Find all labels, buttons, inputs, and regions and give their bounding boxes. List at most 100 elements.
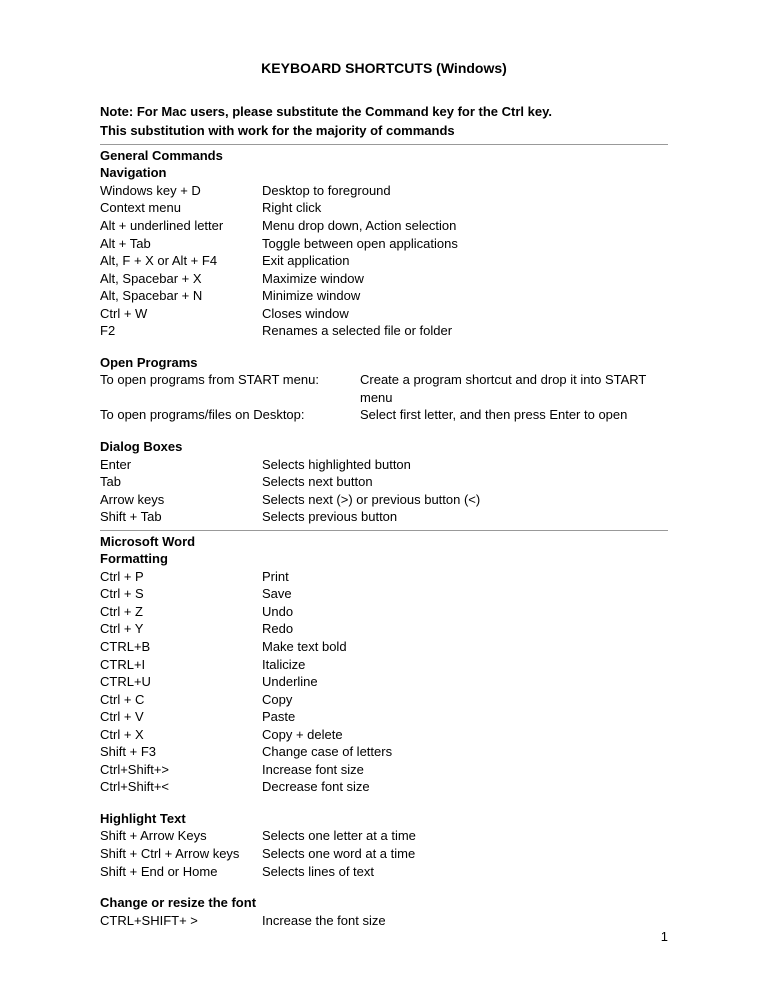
- shortcut-key: CTRL+I: [100, 656, 262, 674]
- shortcut-key: Windows key + D: [100, 182, 262, 200]
- table-row: Ctrl + YRedo: [100, 620, 668, 638]
- shortcut-desc: Save: [262, 585, 668, 603]
- general-rows: Windows key + DDesktop to foreground Con…: [100, 182, 668, 340]
- dialog-section: Dialog Boxes EnterSelects highlighted bu…: [100, 438, 668, 526]
- resize-heading: Change or resize the font: [100, 894, 668, 912]
- table-row: Ctrl + WCloses window: [100, 305, 668, 323]
- highlight-section: Highlight Text Shift + Arrow KeysSelects…: [100, 810, 668, 880]
- table-row: CTRL+SHIFT+ >Increase the font size: [100, 912, 668, 930]
- highlight-heading: Highlight Text: [100, 810, 668, 828]
- table-row: CTRL+IItalicize: [100, 656, 668, 674]
- shortcut-desc: Undo: [262, 603, 668, 621]
- word-rows: Ctrl + PPrint Ctrl + SSave Ctrl + ZUndo …: [100, 568, 668, 796]
- shortcut-desc: Redo: [262, 620, 668, 638]
- resize-section: Change or resize the font CTRL+SHIFT+ >I…: [100, 894, 668, 929]
- shortcut-desc: Copy: [262, 691, 668, 709]
- shortcut-desc: Minimize window: [262, 287, 668, 305]
- table-row: Alt + TabToggle between open application…: [100, 235, 668, 253]
- shortcut-desc: Print: [262, 568, 668, 586]
- shortcut-desc: Make text bold: [262, 638, 668, 656]
- shortcut-key: Alt + Tab: [100, 235, 262, 253]
- shortcut-key: Shift + Arrow Keys: [100, 827, 262, 845]
- table-row: F2Renames a selected file or folder: [100, 322, 668, 340]
- shortcut-desc: Right click: [262, 199, 668, 217]
- formatting-heading: Formatting: [100, 550, 668, 568]
- divider: [100, 530, 668, 531]
- shortcut-desc: Renames a selected file or folder: [262, 322, 668, 340]
- open-programs-heading: Open Programs: [100, 354, 668, 372]
- table-row: Ctrl+Shift+<Decrease font size: [100, 778, 668, 796]
- shortcut-key: Ctrl + P: [100, 568, 262, 586]
- shortcut-desc: Exit application: [262, 252, 668, 270]
- shortcut-key: F2: [100, 322, 262, 340]
- shortcut-key: Ctrl + Z: [100, 603, 262, 621]
- shortcut-desc: Create a program shortcut and drop it in…: [360, 371, 668, 406]
- shortcut-key: Alt, Spacebar + N: [100, 287, 262, 305]
- shortcut-desc: Increase font size: [262, 761, 668, 779]
- table-row: Ctrl + VPaste: [100, 708, 668, 726]
- shortcut-key: Arrow keys: [100, 491, 262, 509]
- shortcut-key: To open programs/files on Desktop:: [100, 406, 360, 424]
- table-row: Shift + F3Change case of letters: [100, 743, 668, 761]
- shortcut-key: Alt, Spacebar + X: [100, 270, 262, 288]
- table-row: To open programs from START menu:Create …: [100, 371, 668, 406]
- note-line-2: This substitution with work for the majo…: [100, 123, 668, 140]
- navigation-heading: Navigation: [100, 164, 668, 182]
- table-row: Shift + End or HomeSelects lines of text: [100, 863, 668, 881]
- shortcut-key: Alt, F + X or Alt + F4: [100, 252, 262, 270]
- table-row: Alt + underlined letterMenu drop down, A…: [100, 217, 668, 235]
- table-row: To open programs/files on Desktop:Select…: [100, 406, 668, 424]
- shortcut-key: Ctrl + X: [100, 726, 262, 744]
- shortcut-key: Context menu: [100, 199, 262, 217]
- shortcut-desc: Selects previous button: [262, 508, 668, 526]
- shortcut-key: CTRL+SHIFT+ >: [100, 912, 262, 930]
- shortcut-key: Alt + underlined letter: [100, 217, 262, 235]
- shortcut-desc: Menu drop down, Action selection: [262, 217, 668, 235]
- table-row: Ctrl+Shift+>Increase font size: [100, 761, 668, 779]
- shortcut-desc: Selects highlighted button: [262, 456, 668, 474]
- shortcut-key: Ctrl + W: [100, 305, 262, 323]
- note-line-1: Note: For Mac users, please substitute t…: [100, 104, 668, 121]
- table-row: Alt, Spacebar + XMaximize window: [100, 270, 668, 288]
- table-row: Ctrl + SSave: [100, 585, 668, 603]
- shortcut-key: Shift + Ctrl + Arrow keys: [100, 845, 262, 863]
- general-heading: General Commands: [100, 147, 668, 165]
- table-row: Shift + TabSelects previous button: [100, 508, 668, 526]
- shortcut-key: CTRL+B: [100, 638, 262, 656]
- shortcut-desc: Maximize window: [262, 270, 668, 288]
- shortcut-key: Shift + End or Home: [100, 863, 262, 881]
- shortcut-desc: Change case of letters: [262, 743, 668, 761]
- shortcut-desc: Selects one letter at a time: [262, 827, 668, 845]
- shortcut-key: To open programs from START menu:: [100, 371, 360, 406]
- document-page: KEYBOARD SHORTCUTS (Windows) Note: For M…: [0, 0, 768, 969]
- table-row: CTRL+BMake text bold: [100, 638, 668, 656]
- shortcut-key: Ctrl + S: [100, 585, 262, 603]
- table-row: Ctrl + XCopy + delete: [100, 726, 668, 744]
- shortcut-desc: Selects next (>) or previous button (<): [262, 491, 668, 509]
- shortcut-key: Enter: [100, 456, 262, 474]
- shortcut-desc: Closes window: [262, 305, 668, 323]
- table-row: Context menuRight click: [100, 199, 668, 217]
- table-row: Ctrl + PPrint: [100, 568, 668, 586]
- open-programs-section: Open Programs To open programs from STAR…: [100, 354, 668, 424]
- table-row: Shift + Arrow KeysSelects one letter at …: [100, 827, 668, 845]
- table-row: Shift + Ctrl + Arrow keysSelects one wor…: [100, 845, 668, 863]
- dialog-heading: Dialog Boxes: [100, 438, 668, 456]
- shortcut-desc: Select first letter, and then press Ente…: [360, 406, 668, 424]
- shortcut-key: Shift + Tab: [100, 508, 262, 526]
- page-number: 1: [661, 929, 668, 944]
- shortcut-key: Ctrl + C: [100, 691, 262, 709]
- shortcut-key: Shift + F3: [100, 743, 262, 761]
- shortcut-key: Ctrl+Shift+>: [100, 761, 262, 779]
- shortcut-desc: Selects next button: [262, 473, 668, 491]
- shortcut-desc: Italicize: [262, 656, 668, 674]
- shortcut-key: Ctrl+Shift+<: [100, 778, 262, 796]
- word-heading: Microsoft Word: [100, 533, 668, 551]
- shortcut-key: CTRL+U: [100, 673, 262, 691]
- shortcut-desc: Selects lines of text: [262, 863, 668, 881]
- table-row: Alt, F + X or Alt + F4Exit application: [100, 252, 668, 270]
- divider: [100, 144, 668, 145]
- table-row: TabSelects next button: [100, 473, 668, 491]
- shortcut-key: Tab: [100, 473, 262, 491]
- table-row: Ctrl + ZUndo: [100, 603, 668, 621]
